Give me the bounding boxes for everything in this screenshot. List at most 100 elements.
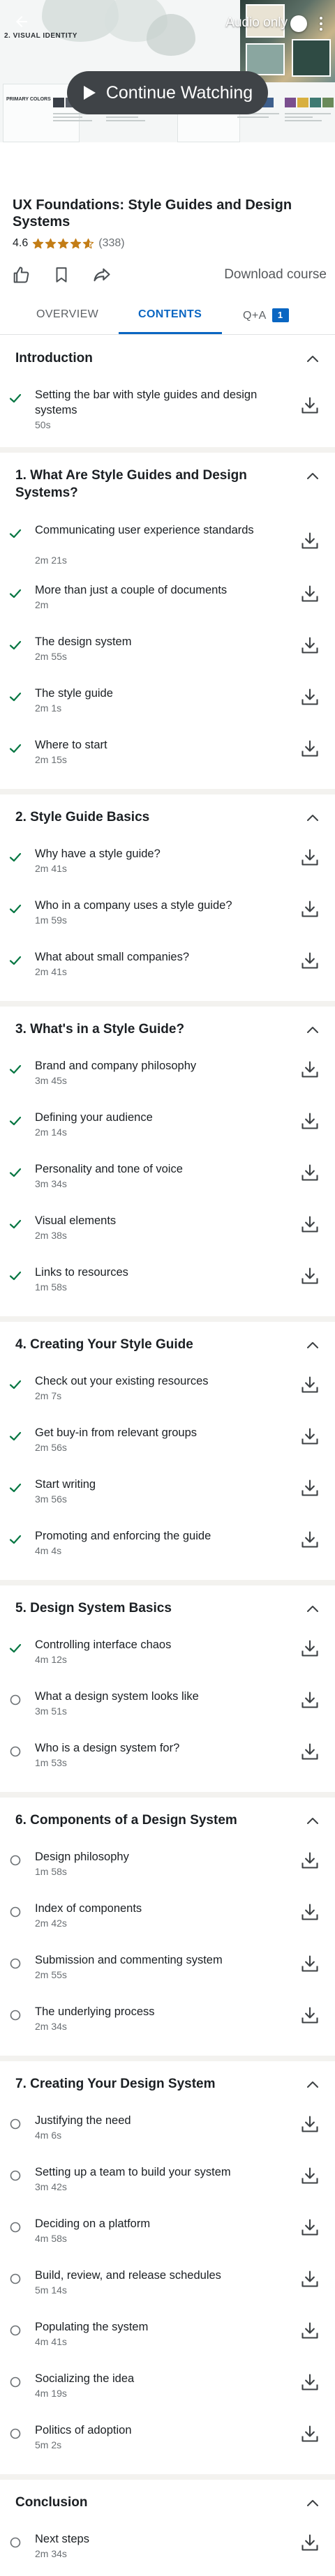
- download-icon[interactable]: [300, 2424, 320, 2443]
- download-icon[interactable]: [300, 635, 320, 655]
- download-icon[interactable]: [300, 1060, 320, 1079]
- download-icon[interactable]: [300, 1478, 320, 1498]
- download-icon[interactable]: [300, 1690, 320, 1710]
- like-button[interactable]: [10, 264, 32, 286]
- download-icon[interactable]: [300, 739, 320, 758]
- lesson-row[interactable]: Where to start 2m 15s: [0, 735, 335, 786]
- chevron-up-icon[interactable]: [306, 813, 320, 822]
- lesson-row[interactable]: Controlling interface chaos 4m 12s: [0, 1634, 335, 1686]
- lesson-row[interactable]: Personality and tone of voice 3m 34s: [0, 1159, 335, 1210]
- download-icon[interactable]: [300, 687, 320, 707]
- tab-overview[interactable]: OVERVIEW: [36, 308, 98, 321]
- section-header[interactable]: 1. What Are Style Guides and Design Syst…: [0, 453, 335, 520]
- download-icon[interactable]: [300, 1426, 320, 1446]
- continue-watching-button[interactable]: Continue Watching: [67, 71, 268, 114]
- download-icon[interactable]: [300, 1214, 320, 1234]
- share-button[interactable]: [91, 264, 113, 286]
- chevron-up-icon[interactable]: [306, 354, 320, 363]
- download-icon[interactable]: [300, 396, 320, 415]
- chevron-up-icon[interactable]: [306, 2498, 320, 2508]
- download-icon[interactable]: [300, 1111, 320, 1131]
- lesson-row[interactable]: Next steps 2m 34s: [0, 2529, 335, 2576]
- download-icon[interactable]: [300, 951, 320, 970]
- lesson-row[interactable]: Setting the bar with style guides and de…: [0, 384, 335, 444]
- download-icon[interactable]: [300, 2005, 320, 2025]
- lesson-row[interactable]: Communicating user experience standards 2…: [0, 520, 335, 580]
- download-icon[interactable]: [300, 1742, 320, 1761]
- chevron-up-icon[interactable]: [306, 1025, 320, 1034]
- lesson-row[interactable]: What a design system looks like 3m 51s: [0, 1686, 335, 1738]
- lesson-title: Next steps: [35, 2533, 89, 2545]
- lesson-row[interactable]: Justifying the need 4m 6s: [0, 2110, 335, 2162]
- lesson-row[interactable]: The design system 2m 55s: [0, 631, 335, 683]
- lesson-row[interactable]: Submission and commenting system 2m 55s: [0, 1950, 335, 2001]
- save-button[interactable]: [50, 264, 73, 286]
- section-header[interactable]: 2. Style Guide Basics: [0, 794, 335, 843]
- download-icon[interactable]: [300, 2114, 320, 2134]
- lesson-row[interactable]: Check out your existing resources 2m 7s: [0, 1371, 335, 1422]
- lesson-row[interactable]: Why have a style guide? 2m 41s: [0, 843, 335, 895]
- lesson-duration: 2m 34s: [35, 2021, 67, 2032]
- download-icon[interactable]: [300, 2321, 320, 2340]
- lesson-row[interactable]: Populating the system 4m 41s: [0, 2317, 335, 2368]
- lesson-row[interactable]: Who in a company uses a style guide? 1m 5…: [0, 895, 335, 947]
- download-icon[interactable]: [300, 899, 320, 919]
- tab-qa[interactable]: Q+A 1: [243, 308, 289, 322]
- lesson-row[interactable]: Politics of adoption 5m 2s: [0, 2420, 335, 2471]
- download-icon[interactable]: [300, 2166, 320, 2185]
- section-header[interactable]: 4. Creating Your Style Guide: [0, 1322, 335, 1371]
- download-icon[interactable]: [300, 2217, 320, 2237]
- chevron-up-icon[interactable]: [306, 2079, 320, 2089]
- section-header[interactable]: 7. Creating Your Design System: [0, 2061, 335, 2110]
- download-icon[interactable]: [300, 2372, 320, 2392]
- section-header[interactable]: 3. What's in a Style Guide?: [0, 1007, 335, 1055]
- lesson-row[interactable]: Socializing the idea 4m 19s: [0, 2368, 335, 2420]
- lesson-row[interactable]: Links to resources 1m 58s: [0, 1262, 335, 1313]
- back-button[interactable]: [10, 10, 34, 33]
- video-player[interactable]: 2. VISUAL IDENTITY PRIMARY COLORS SECOND…: [0, 0, 335, 142]
- tab-contents[interactable]: CONTENTS: [138, 308, 202, 321]
- download-icon[interactable]: [300, 1851, 320, 1870]
- download-icon[interactable]: [300, 531, 320, 550]
- lesson-row[interactable]: Build, review, and release schedules 5m 1…: [0, 2265, 335, 2317]
- section-header[interactable]: 5. Design System Basics: [0, 1585, 335, 1634]
- download-course-button[interactable]: Download course: [224, 264, 327, 286]
- lesson-duration: 5m 14s: [35, 2284, 67, 2296]
- download-icon[interactable]: [300, 1163, 320, 1182]
- lesson-row[interactable]: Defining your audience 2m 14s: [0, 1107, 335, 1159]
- download-icon[interactable]: [300, 2269, 320, 2289]
- chevron-up-icon[interactable]: [306, 471, 320, 481]
- download-icon[interactable]: [300, 584, 320, 603]
- download-icon[interactable]: [300, 1266, 320, 1286]
- chevron-up-icon[interactable]: [306, 1816, 320, 1825]
- download-icon[interactable]: [300, 1954, 320, 1973]
- lesson-row[interactable]: Design philosophy 1m 58s: [0, 1846, 335, 1898]
- lesson-row[interactable]: More than just a couple of documents 2m: [0, 580, 335, 631]
- lesson-row[interactable]: The style guide 2m 1s: [0, 683, 335, 735]
- lesson-row[interactable]: Promoting and enforcing the guide 4m 4s: [0, 1526, 335, 1577]
- lesson-row[interactable]: The underlying process 2m 34s: [0, 2001, 335, 2053]
- lesson-row[interactable]: Setting up a team to build your system 3m…: [0, 2162, 335, 2213]
- lesson-row[interactable]: Get buy-in from relevant groups 2m 56s: [0, 1422, 335, 1474]
- lesson-row[interactable]: Index of components 2m 42s: [0, 1898, 335, 1950]
- download-icon[interactable]: [300, 2533, 320, 2552]
- section-header[interactable]: 6. Components of a Design System: [0, 1798, 335, 1846]
- section-header[interactable]: Introduction: [0, 336, 335, 384]
- section-header[interactable]: Conclusion: [0, 2480, 335, 2529]
- lesson-row[interactable]: Deciding on a platform 4m 58s: [0, 2213, 335, 2265]
- download-icon[interactable]: [300, 1375, 320, 1394]
- lesson-row[interactable]: Brand and company philosophy 3m 45s: [0, 1055, 335, 1107]
- lesson-row[interactable]: Start writing 3m 56s: [0, 1474, 335, 1526]
- audio-only-toggle[interactable]: [290, 15, 307, 32]
- download-icon[interactable]: [300, 1530, 320, 1549]
- lesson-row[interactable]: Visual elements 2m 38s: [0, 1210, 335, 1262]
- section-title: 5. Design System Basics: [15, 1601, 172, 1615]
- lesson-row[interactable]: Who is a design system for? 1m 53s: [0, 1738, 335, 1789]
- download-icon[interactable]: [300, 848, 320, 867]
- chevron-up-icon[interactable]: [306, 1604, 320, 1613]
- lesson-row[interactable]: What about small companies? 2m 41s: [0, 947, 335, 998]
- chevron-up-icon[interactable]: [306, 1340, 320, 1350]
- download-icon[interactable]: [300, 1902, 320, 1922]
- more-options-icon[interactable]: [314, 11, 328, 36]
- download-icon[interactable]: [300, 1639, 320, 1658]
